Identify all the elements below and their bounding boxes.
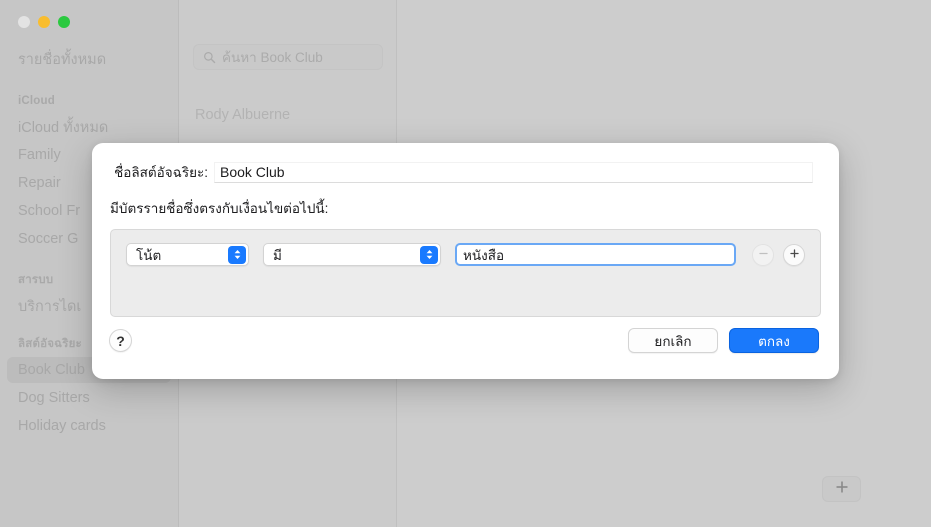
operator-popup-button[interactable]: มี — [263, 243, 441, 266]
add-contact-button[interactable] — [822, 476, 861, 502]
chevron-updown-icon — [228, 245, 246, 264]
close-window-button[interactable] — [18, 16, 30, 28]
list-item[interactable]: Rody Albuerne — [195, 107, 290, 123]
sidebar-item-label: Dog Sitters — [18, 390, 90, 406]
search-icon — [203, 51, 216, 64]
remove-condition-button — [752, 243, 774, 266]
condition-row: โน้ต มี — [126, 243, 805, 266]
sidebar-item-label: Holiday cards — [18, 418, 106, 434]
conditions-caption: มีบัตรรายชื่อซึ่งตรงกับเงื่อนไขต่อไปนี้: — [110, 201, 329, 216]
sidebar-header-icloud: iCloud — [0, 88, 178, 114]
sidebar-item-all-contacts[interactable]: รายชื่อทั้งหมด — [0, 46, 178, 72]
window-traffic-lights — [18, 16, 70, 28]
sidebar-item-holiday-cards[interactable]: Holiday cards — [0, 413, 178, 439]
sidebar-item-label: School Fr — [18, 203, 81, 219]
plus-icon — [789, 246, 800, 264]
sidebar-item-label: Repair — [18, 175, 61, 191]
sidebar-item-label: รายชื่อทั้งหมด — [18, 51, 107, 68]
conditions-panel: โน้ต มี — [110, 229, 821, 317]
smart-list-dialog: ชื่อลิสต์อัจฉริยะ: มีบัตรรายชื่อซึ่งตรงก… — [92, 143, 839, 379]
sidebar-item-label: Soccer G — [18, 231, 79, 247]
operator-popup-label: มี — [273, 247, 282, 263]
add-condition-button[interactable] — [783, 243, 805, 266]
criteria-popup-button[interactable]: โน้ต — [126, 243, 249, 266]
minimize-window-button[interactable] — [38, 16, 50, 28]
ok-button-label: ตกลง — [758, 333, 790, 349]
question-mark-icon: ? — [116, 332, 125, 349]
smart-list-name-input[interactable] — [214, 161, 813, 183]
sidebar-item-dog-sitters[interactable]: Dog Sitters — [0, 385, 178, 411]
sidebar-header-label: ลิสต์อัจฉริยะ — [18, 338, 82, 350]
sidebar-item-label: Family — [18, 147, 61, 163]
search-input[interactable]: ค้นหา Book Club — [222, 46, 323, 68]
contact-name: Rody Albuerne — [195, 107, 291, 123]
plus-icon — [835, 480, 849, 499]
sidebar-item-label: บริการไดเ — [18, 298, 82, 315]
smart-list-name-label: ชื่อลิสต์อัจฉริยะ: — [114, 165, 208, 180]
search-field[interactable]: ค้นหา Book Club — [193, 44, 383, 70]
help-button[interactable]: ? — [109, 329, 132, 352]
criteria-popup-label: โน้ต — [136, 247, 162, 263]
condition-value-input[interactable] — [455, 243, 736, 266]
sidebar-header-label: สารบบ — [18, 274, 54, 286]
sidebar-header-label: iCloud — [18, 95, 55, 107]
sidebar-item-label: iCloud ทั้งหมด — [18, 119, 109, 136]
sidebar-item-label: Book Club — [18, 362, 85, 378]
chevron-updown-icon — [420, 245, 438, 264]
smart-list-name-row: ชื่อลิสต์อัจฉริยะ: — [92, 161, 839, 183]
zoom-window-button[interactable] — [58, 16, 70, 28]
minus-icon — [758, 246, 769, 264]
cancel-button-label: ยกเลิก — [654, 333, 692, 349]
sidebar-item-all-icloud[interactable]: iCloud ทั้งหมด — [0, 114, 178, 140]
ok-button[interactable]: ตกลง — [729, 328, 819, 353]
cancel-button[interactable]: ยกเลิก — [628, 328, 718, 353]
